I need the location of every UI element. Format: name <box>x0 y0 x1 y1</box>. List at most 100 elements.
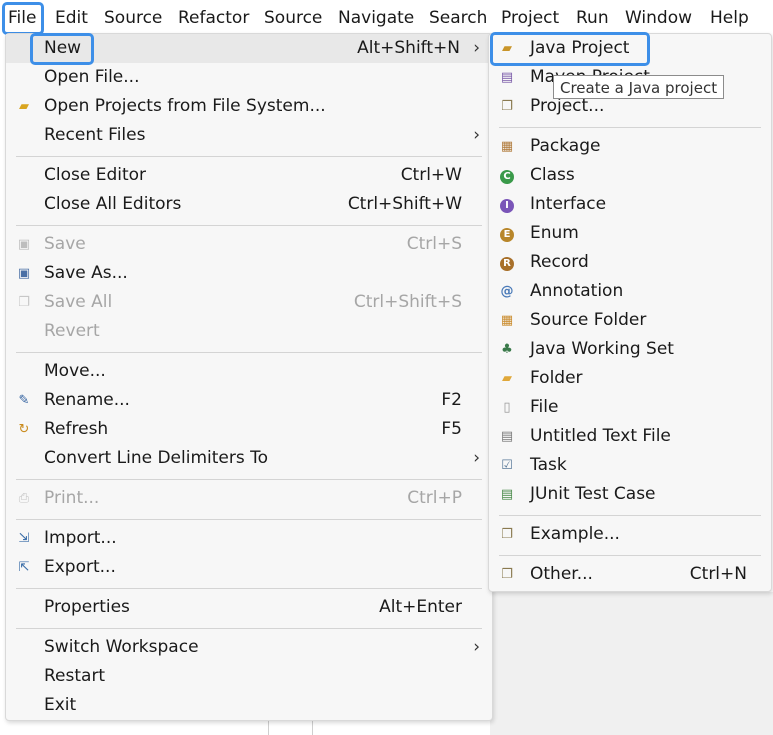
menu-project[interactable]: Project <box>501 0 559 36</box>
java-project-icon: ▰ <box>502 41 512 56</box>
menu-item-properties[interactable]: Properties Alt+Enter <box>6 593 492 622</box>
menu-file[interactable]: File <box>8 0 36 36</box>
menu-source-2[interactable]: Source <box>264 0 322 36</box>
menu-item-print[interactable]: ⎙ Print... Ctrl+P <box>6 484 492 513</box>
menu-item-label: Other... <box>530 564 593 584</box>
menu-item-label: Class <box>530 165 575 185</box>
menu-item-annotation[interactable]: @ Annotation <box>489 277 771 306</box>
tooltip: Create a Java project <box>553 75 725 99</box>
menu-item-save[interactable]: ▣ Save Ctrl+S <box>6 230 492 259</box>
chevron-right-icon: › <box>473 38 480 58</box>
save-as-icon: ▣ <box>17 266 31 281</box>
menu-item-close-all-editors[interactable]: Close All Editors Ctrl+Shift+W <box>6 190 492 219</box>
menu-item-move[interactable]: Move... <box>6 357 492 386</box>
menu-item-label: Task <box>530 455 567 475</box>
menu-item-save-as[interactable]: ▣ Save As... <box>6 259 492 288</box>
menu-item-new[interactable]: New Alt+Shift+N › <box>6 34 492 63</box>
menu-item-java-project[interactable]: ▰ Java Project <box>489 34 771 63</box>
menu-item-label: Import... <box>44 528 117 548</box>
menu-item-label: Source Folder <box>530 310 647 330</box>
menu-item-java-working-set[interactable]: ♣ Java Working Set <box>489 335 771 364</box>
shortcut: Ctrl+P <box>407 488 462 508</box>
menu-item-revert[interactable]: Revert <box>6 317 492 346</box>
menu-item-other[interactable]: ❐ Other... Ctrl+N <box>489 560 771 589</box>
menu-item-interface[interactable]: I Interface <box>489 190 771 219</box>
menu-item-example[interactable]: ❐ Example... <box>489 520 771 549</box>
folder-icon: ▰ <box>502 371 512 386</box>
chevron-right-icon: › <box>473 637 480 657</box>
menu-item-import[interactable]: ⇲ Import... <box>6 524 492 553</box>
menu-item-source-folder[interactable]: ▦ Source Folder <box>489 306 771 335</box>
menu-item-recent-files[interactable]: Recent Files › <box>6 121 492 150</box>
menu-item-label: Save <box>44 234 86 254</box>
menu-item-label: Move... <box>44 361 106 381</box>
menu-item-label: Restart <box>44 666 106 686</box>
menu-item-label: Close Editor <box>44 165 147 185</box>
new-project-icon: ❐ <box>501 99 513 114</box>
menubar: File Edit Source Refactor Source Navigat… <box>0 0 773 36</box>
menu-item-task[interactable]: ☑ Task <box>489 451 771 480</box>
menu-window[interactable]: Window <box>625 0 692 36</box>
import-icon: ⇲ <box>18 531 30 546</box>
menu-item-open-file[interactable]: Open File... <box>6 63 492 92</box>
menu-item-exit[interactable]: Exit <box>6 691 492 720</box>
annotation-icon: @ <box>500 284 514 299</box>
menu-item-record[interactable]: R Record <box>489 248 771 277</box>
menu-item-rename[interactable]: ✎ Rename... F2 <box>6 386 492 415</box>
separator <box>16 352 482 353</box>
shortcut: F5 <box>441 419 462 439</box>
junit-icon: ▤ <box>500 487 514 502</box>
menu-item-file[interactable]: ▯ File <box>489 393 771 422</box>
menu-source[interactable]: Source <box>104 0 162 36</box>
menu-item-convert-line-delimiters[interactable]: Convert Line Delimiters To › <box>6 444 492 473</box>
menu-item-enum[interactable]: E Enum <box>489 219 771 248</box>
file-menu: New Alt+Shift+N › Open File... ▰ Open Pr… <box>5 33 493 721</box>
workbench-divider <box>312 720 313 735</box>
menu-item-open-projects[interactable]: ▰ Open Projects from File System... <box>6 92 492 121</box>
menu-refactor[interactable]: Refactor <box>178 0 249 36</box>
menu-item-untitled-text-file[interactable]: ▤ Untitled Text File <box>489 422 771 451</box>
separator <box>16 225 482 226</box>
menu-edit[interactable]: Edit <box>55 0 88 36</box>
maven-project-icon: ▤ <box>500 70 514 85</box>
menu-item-restart[interactable]: Restart <box>6 662 492 691</box>
enum-icon: E <box>499 226 515 242</box>
menu-item-label: Exit <box>44 695 77 715</box>
menu-item-folder[interactable]: ▰ Folder <box>489 364 771 393</box>
menu-item-label: Enum <box>530 223 579 243</box>
menu-item-junit-test-case[interactable]: ▤ JUnit Test Case <box>489 480 771 509</box>
menu-run[interactable]: Run <box>576 0 609 36</box>
menu-item-label: JUnit Test Case <box>530 484 656 504</box>
menu-item-label: File <box>530 397 559 417</box>
separator <box>16 156 482 157</box>
menu-item-class[interactable]: C Class <box>489 161 771 190</box>
menu-item-label: Switch Workspace <box>44 637 199 657</box>
new-submenu: ▰ Java Project ▤ Maven Project ❐ Project… <box>488 33 772 592</box>
menu-item-label: Record <box>530 252 589 272</box>
menu-item-export[interactable]: ⇱ Export... <box>6 553 492 582</box>
menu-item-label: Refresh <box>44 419 109 439</box>
menu-item-label: Interface <box>530 194 607 214</box>
menu-navigate[interactable]: Navigate <box>338 0 414 36</box>
menu-search[interactable]: Search <box>429 0 487 36</box>
menu-item-switch-workspace[interactable]: Switch Workspace › <box>6 633 492 662</box>
separator <box>499 515 761 516</box>
menu-item-label: Close All Editors <box>44 194 182 214</box>
printer-icon: ⎙ <box>18 491 30 506</box>
menu-item-refresh[interactable]: ↻ Refresh F5 <box>6 415 492 444</box>
shortcut: Ctrl+Shift+W <box>347 194 462 214</box>
menu-item-close-editor[interactable]: Close Editor Ctrl+W <box>6 161 492 190</box>
menu-help[interactable]: Help <box>710 0 749 36</box>
menu-item-label: Print... <box>44 488 100 508</box>
menu-item-save-all[interactable]: ❐ Save All Ctrl+Shift+S <box>6 288 492 317</box>
separator <box>16 588 482 589</box>
task-icon: ☑ <box>501 458 513 473</box>
other-wizard-icon: ❐ <box>501 567 513 582</box>
rename-icon: ✎ <box>18 393 30 408</box>
menu-item-package[interactable]: ▦ Package <box>489 132 771 161</box>
menu-item-label: Recent Files <box>44 125 146 145</box>
menu-item-label: Annotation <box>530 281 624 301</box>
separator <box>16 519 482 520</box>
chevron-right-icon: › <box>473 448 480 468</box>
shortcut: Ctrl+Shift+S <box>353 292 462 312</box>
